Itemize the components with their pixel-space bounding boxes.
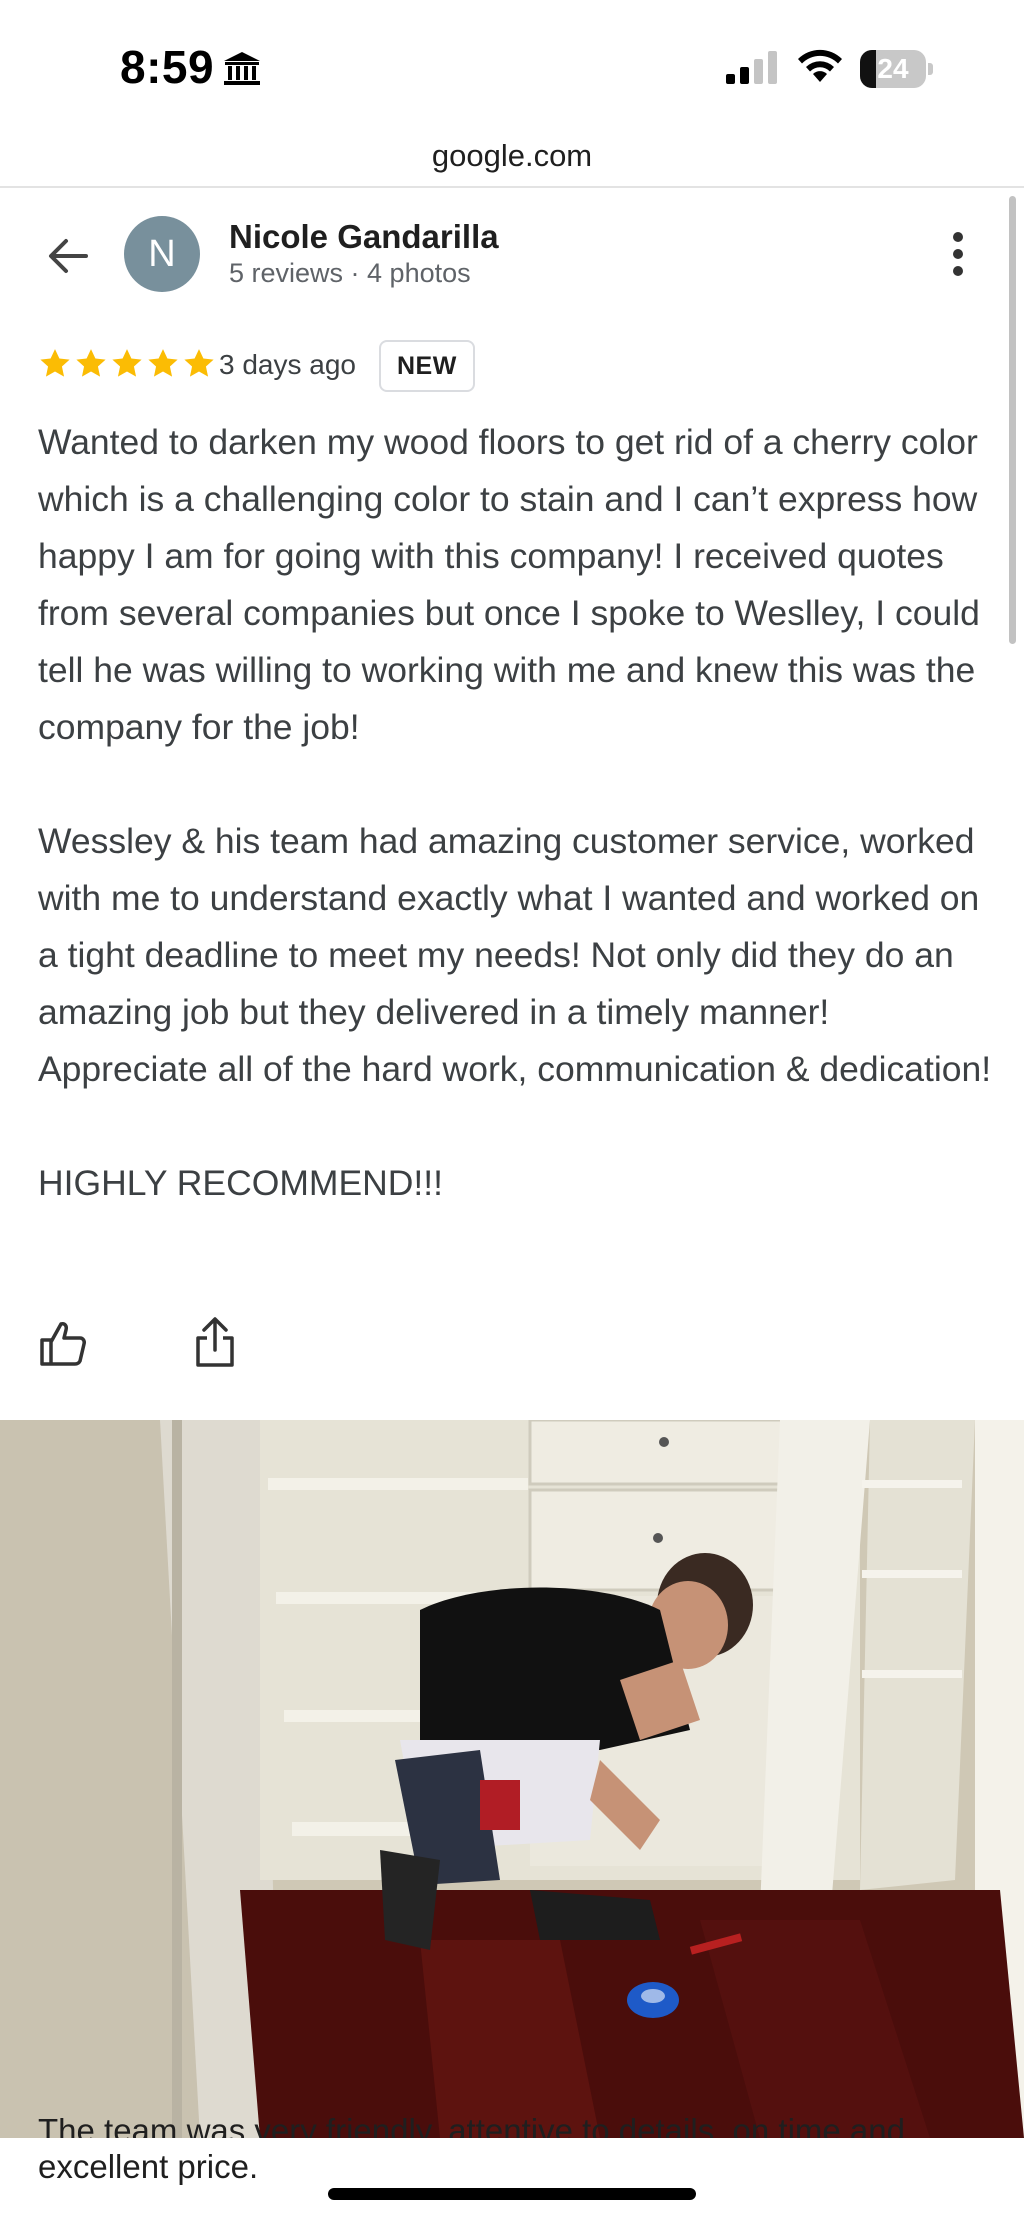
wifi-icon xyxy=(798,49,842,82)
next-review-preview: The team was very friendly, attentive to… xyxy=(38,2102,998,2195)
review-paragraph: Wessley & his team had amazing customer … xyxy=(38,821,992,1089)
battery-indicator: 24 xyxy=(860,50,933,88)
url-text: google.com xyxy=(431,138,593,173)
like-button[interactable] xyxy=(38,1318,88,1368)
star-icon xyxy=(112,349,142,377)
star-icon xyxy=(184,349,214,377)
review-paragraph: Wanted to darken my wood floors to get r… xyxy=(38,422,980,747)
star-icon xyxy=(76,349,106,377)
reviewer-meta: 5 reviews · 4 photos xyxy=(229,258,471,288)
battery-level-text: 24 xyxy=(877,53,909,84)
scrollbar[interactable] xyxy=(1009,196,1016,644)
star-icon xyxy=(148,349,178,377)
reviewer-name[interactable]: Nicole Gandarilla xyxy=(229,218,499,256)
signal-icon xyxy=(726,51,777,84)
star-icon xyxy=(40,349,70,377)
next-review-line: excellent price. xyxy=(38,2148,259,2185)
review-paragraph: HIGHLY RECOMMEND!!! xyxy=(38,1163,444,1203)
more-vertical-icon xyxy=(953,232,963,276)
photo-image xyxy=(0,1420,1024,2138)
status-time: 8:59 xyxy=(120,41,215,93)
avatar[interactable]: N xyxy=(124,216,200,292)
arrow-left-icon xyxy=(49,239,88,273)
star-rating xyxy=(38,347,216,385)
more-options-button[interactable] xyxy=(940,226,976,282)
review-text: Wanted to darken my wood floors to get r… xyxy=(38,414,998,1212)
status-bar: 8:59 24 xyxy=(0,0,1024,130)
new-badge: NEW xyxy=(379,340,475,392)
back-button[interactable] xyxy=(40,228,96,284)
review-photo[interactable] xyxy=(0,1420,1024,2138)
share-button[interactable] xyxy=(192,1316,238,1368)
next-review-line: The team was very friendly, attentive to… xyxy=(38,2112,905,2138)
bank-icon xyxy=(224,52,260,85)
thumbs-up-icon xyxy=(40,1322,86,1366)
share-icon xyxy=(196,1317,234,1367)
url-bar[interactable]: google.com xyxy=(0,130,1024,188)
review-date: 3 days ago xyxy=(219,349,356,380)
home-indicator[interactable] xyxy=(328,2188,696,2200)
